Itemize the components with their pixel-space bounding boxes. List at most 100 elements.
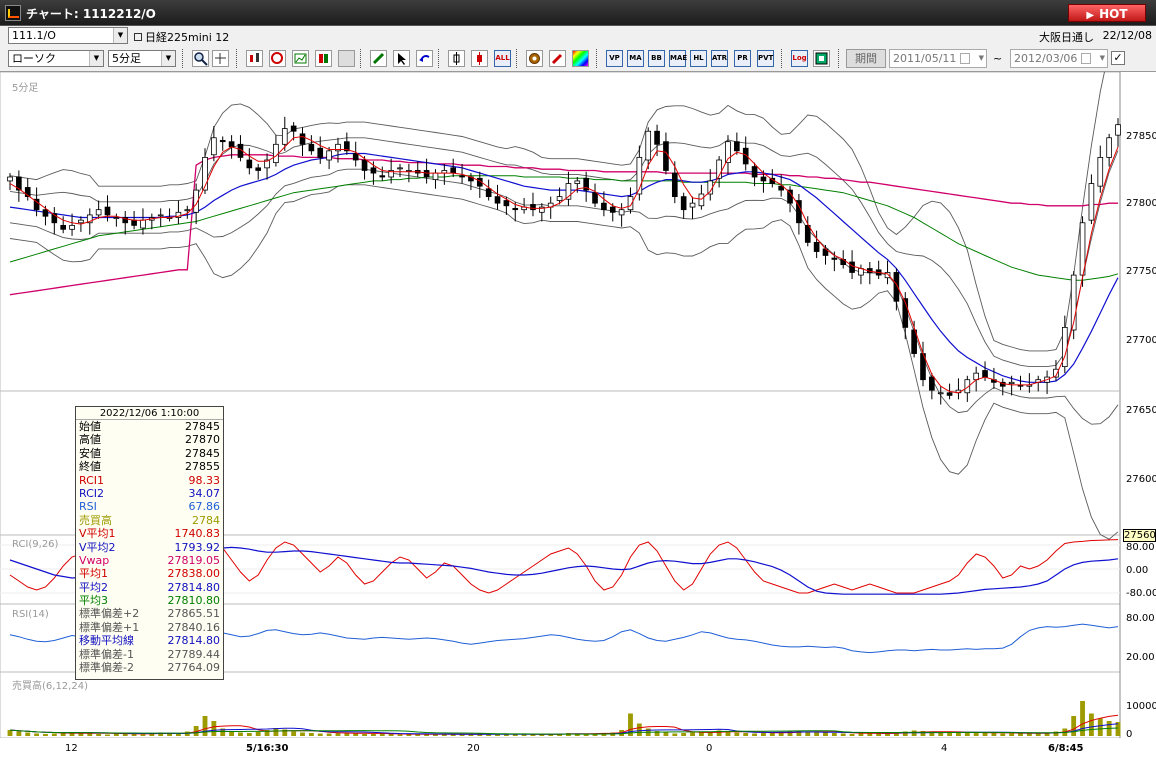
data-window-label: 標準偏差+1 <box>79 620 140 634</box>
time-tick: 20 <box>467 743 480 754</box>
price-tick: 27650 <box>1126 405 1156 416</box>
indicator-pr-button[interactable]: PR <box>734 50 751 67</box>
volume-bar <box>25 732 31 736</box>
chart-type-select[interactable]: ローソク ▼ <box>8 50 104 67</box>
indicator-bb-button[interactable]: BB <box>648 50 665 67</box>
volume-bar <box>211 721 217 736</box>
volume-bar <box>814 732 820 736</box>
last-price-marker: 27560 <box>1123 529 1156 542</box>
data-window-label: 安値 <box>79 446 101 460</box>
calendar-icon[interactable] <box>960 53 970 64</box>
volume-bar <box>823 732 828 736</box>
candle-body <box>698 193 705 207</box>
volume-bar <box>1071 716 1077 736</box>
volume-tick: 10000 <box>1126 701 1156 712</box>
candle-body <box>937 392 944 395</box>
indicator-atr-button[interactable]: ATR <box>711 50 728 67</box>
volume-bar <box>761 733 766 736</box>
blank-icon[interactable] <box>338 50 355 67</box>
volume-bar <box>840 733 846 736</box>
candle-body <box>308 143 315 152</box>
crosshair-icon[interactable] <box>212 50 229 67</box>
chevron-down-icon[interactable]: ▼ <box>161 51 175 66</box>
chart-grid-icon[interactable] <box>292 50 309 67</box>
candle-body <box>140 219 146 229</box>
pen-icon[interactable] <box>370 50 387 67</box>
candle-body <box>512 207 519 211</box>
all-button[interactable]: ALL <box>494 50 511 67</box>
candles-icon[interactable] <box>246 50 263 67</box>
candle-body <box>60 224 67 230</box>
chevron-down-icon[interactable]: ▼ <box>1100 50 1105 67</box>
candle-body <box>654 130 660 145</box>
volume-bar <box>503 734 509 736</box>
candle-body <box>751 166 758 178</box>
interval-select[interactable]: 5分足 ▼ <box>108 50 176 67</box>
data-window-row: 平均3 27810.80 <box>76 594 223 607</box>
volume-bar <box>34 733 40 736</box>
data-window-value: 1740.83 <box>174 527 221 541</box>
indicator-pvt-button[interactable]: PVT <box>757 50 774 67</box>
volume-bar <box>947 733 953 736</box>
date-from-field[interactable]: 2011/05/11 ▼ <box>889 49 987 68</box>
log-button[interactable]: Log <box>791 50 808 67</box>
candle-body <box>663 141 669 171</box>
volume-bar <box>16 731 22 736</box>
candle-b-icon[interactable] <box>471 50 488 67</box>
export-icon[interactable] <box>813 50 830 67</box>
candle-body <box>211 137 217 156</box>
candle-a-icon[interactable] <box>448 50 465 67</box>
data-window-row: Vwap 27819.05 <box>76 554 223 567</box>
hot-button[interactable]: ▶ HOT <box>1068 4 1146 22</box>
volume-bar <box>308 733 314 736</box>
chevron-down-icon[interactable]: ▼ <box>89 51 103 66</box>
date-to-field[interactable]: 2012/03/06 ▼ <box>1010 49 1108 68</box>
candle-body <box>689 202 696 208</box>
cursor-icon[interactable] <box>393 50 410 67</box>
zoom-icon[interactable] <box>269 50 286 67</box>
indicator-vp-button[interactable]: VP <box>606 50 623 67</box>
rainbow-icon[interactable] <box>572 50 589 67</box>
tool-icon[interactable] <box>549 50 566 67</box>
data-window-row: 高値 27870 <box>76 433 223 446</box>
data-window-row: 標準偏差+2 27865.51 <box>76 607 223 620</box>
candle-body <box>361 159 368 171</box>
candle-body <box>255 167 262 171</box>
settings-icon[interactable] <box>526 50 543 67</box>
split-icon[interactable] <box>315 50 332 67</box>
candle-body <box>459 175 465 178</box>
data-window: 2022/12/06 1:10:00 始値 27845 高値 27870 安値 27845… <box>75 406 224 680</box>
period-button[interactable]: 期間 <box>846 49 886 68</box>
indicator-mae-button[interactable]: MAE <box>669 50 687 67</box>
time-tick: 12 <box>65 743 78 754</box>
chart-area[interactable]: 5分足 RCI(9,26) RSI(14) 売買高(6,12,24) 27850… <box>0 72 1156 760</box>
candle-body <box>680 196 687 211</box>
symbol-code-combo[interactable]: 111.1/O ▼ <box>8 27 128 44</box>
candle-body <box>982 370 988 378</box>
candle-body <box>397 167 403 170</box>
data-window-label: 平均2 <box>79 580 108 594</box>
volume-bar <box>681 733 687 736</box>
volume-bar <box>849 734 855 736</box>
indicator-ma-button[interactable]: MA <box>627 50 644 67</box>
data-window-value: 2784 <box>192 513 220 527</box>
chevron-down-icon[interactable]: ▼ <box>113 28 127 43</box>
candle-body <box>831 257 838 260</box>
chevron-down-icon[interactable]: ▼ <box>979 50 984 67</box>
candle-body <box>787 189 793 204</box>
time-tick: 4 <box>941 743 948 754</box>
magnifier-icon[interactable] <box>192 50 209 67</box>
volume-bar <box>255 732 261 736</box>
volume-bar <box>202 716 208 736</box>
time-tick: 6/8:45 <box>1048 743 1084 754</box>
title-bar: チャート: 1112212/O ▶ HOT <box>0 0 1156 26</box>
indicator-hl-button[interactable]: HL <box>690 50 707 67</box>
toolbar-separator <box>438 49 440 68</box>
candle-body <box>184 209 191 212</box>
apply-checkbox[interactable]: ✓ <box>1111 51 1125 65</box>
undo-icon[interactable] <box>416 50 433 67</box>
symbol-bar: 111.1/O ▼ 日経225mini 12 大阪日通し 22/12/08 <box>0 26 1156 46</box>
data-window-value: 67.86 <box>188 500 221 514</box>
calendar-icon[interactable] <box>1081 53 1091 64</box>
candle-body <box>485 188 492 198</box>
